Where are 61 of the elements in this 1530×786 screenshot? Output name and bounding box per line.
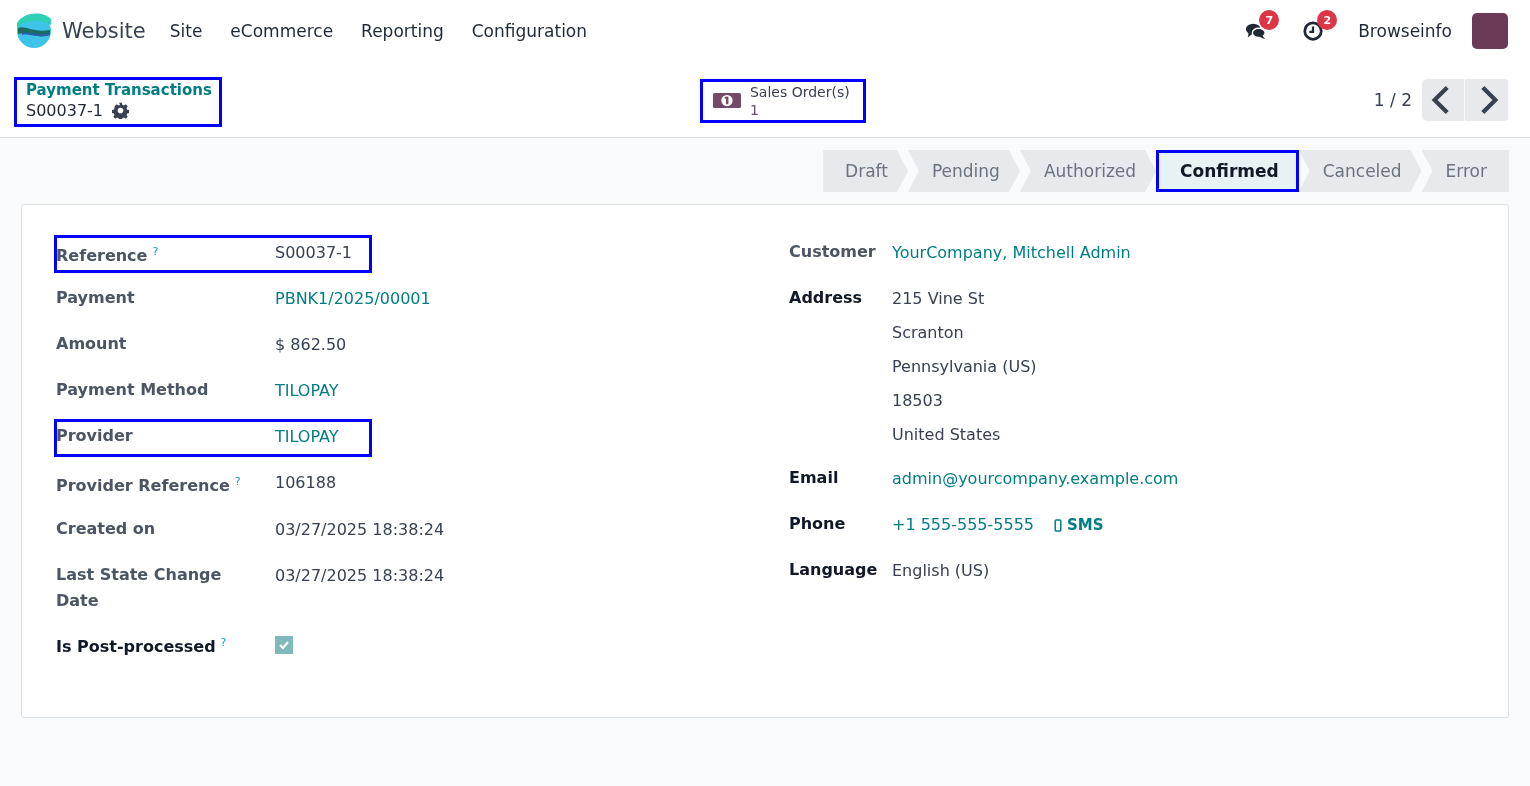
menu-item[interactable]: eCommerce bbox=[230, 21, 334, 41]
address-line: United States bbox=[892, 424, 1001, 446]
field-value: 03/27/2025 18:38:24 bbox=[275, 564, 445, 587]
user-name[interactable]: Browseinfo bbox=[1358, 21, 1452, 41]
address-line: Pennsylvania (US) bbox=[892, 356, 1037, 378]
gear-icon[interactable] bbox=[112, 101, 129, 119]
field-link[interactable]: YourCompany, Mitchell Admin bbox=[892, 239, 1131, 267]
field-label: Address bbox=[789, 288, 863, 307]
menu-item[interactable]: Site bbox=[169, 21, 203, 41]
status-step[interactable]: Confirmed bbox=[1156, 150, 1299, 192]
field-label: Last State Change Date bbox=[56, 564, 222, 610]
menu-item[interactable]: Reporting bbox=[361, 21, 444, 41]
smart-button-label: Sales Order(s) bbox=[750, 82, 850, 101]
field-label: Language bbox=[789, 560, 878, 579]
money-icon bbox=[712, 91, 742, 110]
status-step[interactable]: Error bbox=[1421, 150, 1509, 192]
sms-button[interactable]: SMS bbox=[1054, 511, 1104, 539]
status-step[interactable]: Pending bbox=[907, 150, 1020, 192]
field-link[interactable]: PBNK1/2025/00001 bbox=[275, 285, 431, 314]
address-line: Scranton bbox=[892, 322, 964, 344]
smart-button-count: 1 bbox=[750, 100, 759, 119]
field-value: $ 862.50 bbox=[275, 334, 347, 357]
address-line: 18503 bbox=[892, 390, 943, 412]
menu-item[interactable]: Configuration bbox=[471, 21, 588, 41]
field-value: English (US) bbox=[892, 560, 990, 582]
field-label: Payment Method bbox=[56, 380, 209, 400]
field-link[interactable]: TILOPAY bbox=[275, 377, 339, 406]
help-tooltip[interactable]: ? bbox=[220, 635, 227, 649]
field-label: Created on bbox=[56, 518, 156, 538]
field-label: Email bbox=[789, 468, 839, 487]
help-tooltip[interactable]: ? bbox=[234, 475, 241, 489]
mobile-phone-icon bbox=[1054, 518, 1062, 532]
field-label: Phone bbox=[789, 514, 846, 533]
field-label: Is Post-processed bbox=[56, 637, 216, 656]
help-tooltip[interactable]: ? bbox=[152, 245, 159, 258]
app-name[interactable]: Website bbox=[62, 19, 146, 43]
status-step[interactable]: Draft bbox=[823, 150, 908, 192]
field-link[interactable]: TILOPAY bbox=[275, 423, 339, 452]
app-logo-icon bbox=[16, 13, 52, 49]
field-value: S00037-1 bbox=[275, 242, 352, 264]
field-label: Provider bbox=[56, 426, 133, 446]
field-link[interactable]: admin@yourcompany.example.com bbox=[892, 465, 1179, 493]
breadcrumb-link[interactable]: Payment Transactions bbox=[26, 80, 212, 99]
status-step[interactable]: Authorized bbox=[1019, 150, 1157, 192]
field-label: Customer bbox=[789, 242, 876, 261]
field-label: Reference bbox=[56, 246, 148, 266]
pager-value[interactable]: 1 / 2 bbox=[1373, 89, 1412, 110]
status-step[interactable]: Canceled bbox=[1298, 150, 1422, 192]
checkbox[interactable] bbox=[275, 635, 293, 654]
sales-order-button[interactable]: Sales Order(s) 1 bbox=[700, 78, 866, 123]
address-line: 215 Vine St bbox=[892, 288, 985, 310]
field-value: 03/27/2025 18:38:24 bbox=[275, 518, 445, 541]
field-label: Payment bbox=[56, 288, 135, 308]
record-title: S00037-1 bbox=[26, 100, 103, 120]
field-label: Provider Reference bbox=[56, 476, 230, 496]
field-value: 106188 bbox=[275, 472, 337, 495]
field-label: Amount bbox=[56, 334, 127, 354]
notification-badge: 2 bbox=[1317, 10, 1338, 30]
phone-link[interactable]: +1 555-555-5555 bbox=[892, 511, 1034, 539]
clock-icon[interactable] bbox=[1302, 20, 1325, 42]
notification-badge: 7 bbox=[1259, 10, 1280, 30]
